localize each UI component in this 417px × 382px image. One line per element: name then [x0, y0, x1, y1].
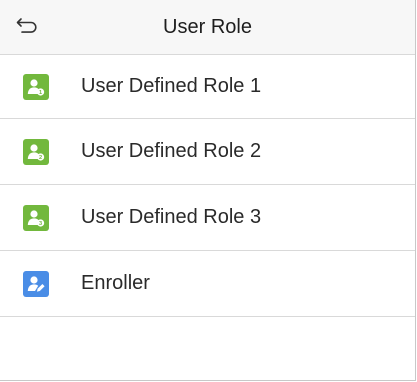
user-role-screen: User Role 1 User Defined Role 1 2 User D…	[0, 0, 416, 381]
badge-number: 3	[39, 221, 42, 227]
user-role-2-icon: 2	[23, 138, 49, 165]
badge-number: 2	[39, 155, 42, 161]
list-item-enroller[interactable]: Enroller	[0, 251, 415, 317]
role-label: User Defined Role 3	[81, 206, 262, 228]
enroller-icon	[23, 270, 49, 297]
user-role-3-icon: 3	[23, 204, 49, 231]
role-label: User Defined Role 2	[81, 140, 262, 162]
list-item-user-defined-role-2[interactable]: 2 User Defined Role 2	[0, 119, 415, 185]
role-label: User Defined Role 1	[81, 75, 262, 97]
header-bar: User Role	[0, 0, 415, 55]
role-list: 1 User Defined Role 1 2 User Defined Rol…	[0, 55, 415, 317]
badge-number: 1	[39, 90, 42, 96]
role-label: Enroller	[81, 272, 150, 294]
list-item-user-defined-role-1[interactable]: 1 User Defined Role 1	[0, 55, 415, 119]
user-role-1-icon: 1	[23, 73, 49, 100]
list-item-user-defined-role-3[interactable]: 3 User Defined Role 3	[0, 185, 415, 251]
page-title: User Role	[163, 16, 252, 38]
